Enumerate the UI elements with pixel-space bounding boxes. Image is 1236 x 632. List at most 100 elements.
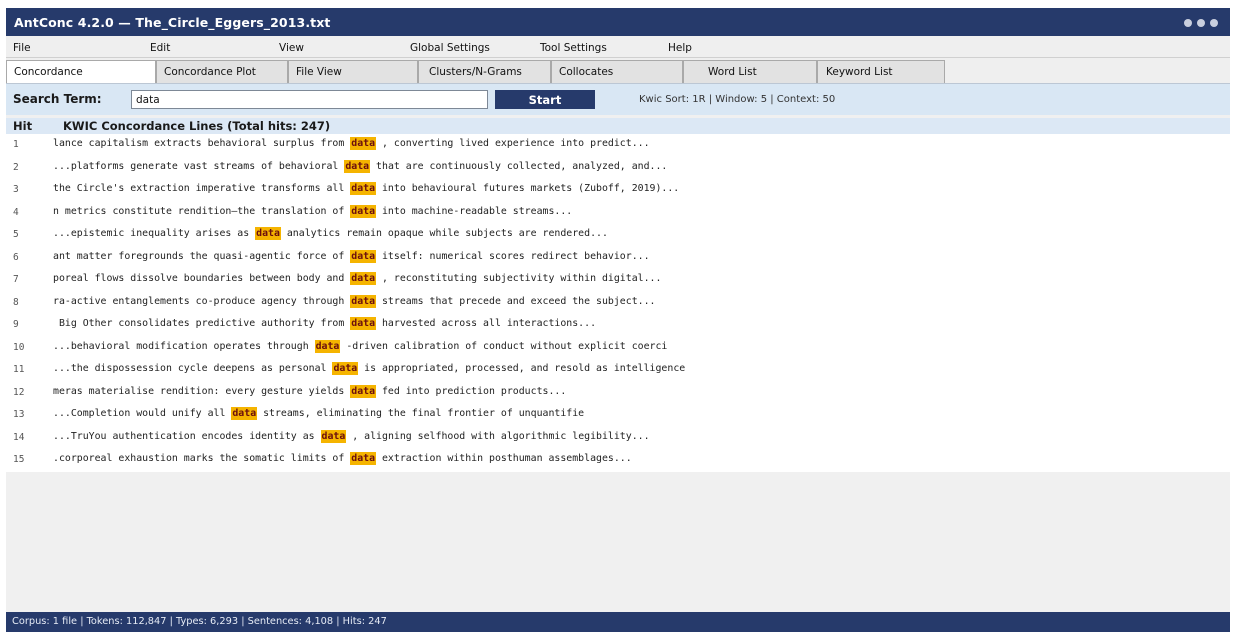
window-control-dot-icon[interactable] bbox=[1197, 19, 1205, 27]
window-control-dot-icon[interactable] bbox=[1210, 19, 1218, 27]
table-row[interactable]: 2 ...platforms generate vast streams of b… bbox=[6, 156, 1230, 179]
keyword-hit[interactable]: data bbox=[350, 272, 377, 285]
menu-file[interactable]: File bbox=[13, 42, 31, 54]
table-row[interactable]: 10 ...behavioral modification operates th… bbox=[6, 336, 1230, 359]
column-header-hit[interactable]: Hit bbox=[13, 119, 32, 133]
kwic-line: ...the dispossession cycle deepens as pe… bbox=[53, 362, 686, 375]
keyword-hit[interactable]: data bbox=[350, 384, 377, 398]
tab-file-view[interactable]: File View bbox=[288, 60, 418, 83]
left-context: lance capitalism extracts behavioral sur… bbox=[53, 138, 351, 149]
menu-view[interactable]: View bbox=[279, 42, 304, 54]
left-context: ...behavioral modification operates thro… bbox=[53, 340, 315, 352]
kwic-line: ...behavioral modification operates thro… bbox=[53, 339, 668, 353]
concordance-rows: 1 lance capitalism extracts behavioral su… bbox=[6, 134, 1230, 472]
menu-tool-settings[interactable]: Tool Settings bbox=[540, 42, 607, 54]
keyword-hit[interactable]: data bbox=[350, 137, 377, 150]
menu-help[interactable]: Help bbox=[668, 42, 692, 54]
hit-number: 15 bbox=[13, 454, 25, 465]
table-row[interactable]: 9 Big Other consolidates predictive auth… bbox=[6, 314, 1230, 337]
left-context: ...TruYou authentication encodes identit… bbox=[53, 430, 321, 442]
right-context: harvested across all interactions... bbox=[376, 318, 597, 329]
kwic-line: .corporeal exhaustion marks the somatic … bbox=[53, 452, 632, 465]
keyword-hit[interactable]: data bbox=[350, 294, 377, 308]
left-context: ant matter foregrounds the quasi-agentic… bbox=[53, 250, 351, 262]
kwic-line: ant matter foregrounds the quasi-agentic… bbox=[53, 249, 650, 263]
tab-keyword-list[interactable]: Keyword List bbox=[817, 60, 945, 83]
left-context: poreal flows dissolve boundaries between… bbox=[53, 273, 351, 284]
tab-concordance-plot[interactable]: Concordance Plot bbox=[156, 60, 288, 83]
tab-clusters-ngrams[interactable]: Clusters/N-Grams bbox=[418, 60, 551, 83]
menu-global-settings[interactable]: Global Settings bbox=[410, 42, 490, 54]
hit-number: 8 bbox=[13, 296, 19, 308]
left-context: meras materialise rendition: every gestu… bbox=[53, 385, 351, 397]
menu-bar: File Edit View Global Settings Tool Sett… bbox=[6, 36, 1230, 58]
left-context: ...the dispossession cycle deepens as pe… bbox=[53, 363, 333, 374]
hit-number: 11 bbox=[13, 364, 25, 375]
hit-number: 12 bbox=[13, 386, 25, 398]
hit-number: 3 bbox=[13, 184, 19, 195]
kwic-line: ...Completion would unify all data strea… bbox=[53, 407, 585, 420]
results-header: Hit KWIC Concordance Lines (Total hits: … bbox=[6, 118, 1230, 134]
left-context: ra-active entanglements co-produce agenc… bbox=[53, 295, 351, 307]
right-context: that are continuously collected, analyze… bbox=[370, 160, 668, 172]
kwic-line: lance capitalism extracts behavioral sur… bbox=[53, 137, 650, 150]
menu-edit[interactable]: Edit bbox=[150, 42, 170, 54]
tool-tabs: Concordance Concordance Plot File View C… bbox=[6, 58, 1230, 84]
keyword-hit[interactable]: data bbox=[344, 159, 371, 173]
kwic-line: ...TruYou authentication encodes identit… bbox=[53, 429, 650, 443]
kwic-line: poreal flows dissolve boundaries between… bbox=[53, 272, 661, 285]
right-context: streams that precede and exceed the subj… bbox=[376, 295, 656, 307]
column-header-kwic[interactable]: KWIC Concordance Lines (Total hits: 247) bbox=[63, 119, 330, 133]
window-title: AntConc 4.2.0 — The_Circle_Eggers_2013.t… bbox=[14, 14, 331, 30]
keyword-hit[interactable]: data bbox=[350, 204, 377, 218]
keyword-hit[interactable]: data bbox=[332, 362, 359, 375]
right-context: , converting lived experience into predi… bbox=[376, 138, 650, 149]
kwic-line: n metrics constitute rendition—the trans… bbox=[53, 204, 572, 218]
keyword-hit[interactable]: data bbox=[320, 429, 347, 443]
table-row[interactable]: 3 the Circle's extraction imperative tran… bbox=[6, 179, 1230, 202]
tab-collocates[interactable]: Collocates bbox=[551, 60, 683, 83]
table-row[interactable]: 5 ...epistemic inequality arises as data … bbox=[6, 224, 1230, 247]
hit-number: 6 bbox=[13, 251, 19, 263]
search-term-label: Search Term: bbox=[13, 92, 102, 106]
keyword-hit[interactable]: data bbox=[350, 317, 377, 330]
table-row[interactable]: 12 meras materialise rendition: every ges… bbox=[6, 381, 1230, 404]
table-row[interactable]: 7 poreal flows dissolve boundaries betwee… bbox=[6, 269, 1230, 292]
table-row[interactable]: 8 ra-active entanglements co-produce agen… bbox=[6, 291, 1230, 314]
title-bar: AntConc 4.2.0 — The_Circle_Eggers_2013.t… bbox=[6, 8, 1230, 36]
table-row[interactable]: 1 lance capitalism extracts behavioral su… bbox=[6, 134, 1230, 157]
keyword-hit[interactable]: data bbox=[350, 182, 377, 195]
keyword-hit[interactable]: data bbox=[231, 407, 258, 420]
kwic-line: meras materialise rendition: every gestu… bbox=[53, 384, 566, 398]
right-context: into behavioural futures markets (Zuboff… bbox=[376, 183, 680, 194]
window-controls bbox=[1184, 19, 1218, 27]
table-row[interactable]: 4 n metrics constitute rendition—the tran… bbox=[6, 201, 1230, 224]
start-button[interactable]: Start bbox=[495, 90, 595, 109]
keyword-hit[interactable]: data bbox=[314, 339, 341, 353]
keyword-hit[interactable]: data bbox=[350, 452, 377, 465]
hit-number: 1 bbox=[13, 139, 19, 150]
search-input[interactable] bbox=[131, 90, 488, 109]
tab-word-list[interactable]: Word List bbox=[683, 60, 817, 83]
table-row[interactable]: 15 .corporeal exhaustion marks the somati… bbox=[6, 449, 1230, 472]
tab-concordance[interactable]: Concordance bbox=[6, 60, 156, 84]
table-row[interactable]: 11 ...the dispossession cycle deepens as … bbox=[6, 359, 1230, 382]
concordance-results: Hit KWIC Concordance Lines (Total hits: … bbox=[6, 115, 1230, 612]
left-context: .corporeal exhaustion marks the somatic … bbox=[53, 453, 351, 464]
keyword-hit[interactable]: data bbox=[255, 227, 281, 240]
table-row[interactable]: 14 ...TruYou authentication encodes ident… bbox=[6, 426, 1230, 449]
right-context: -driven calibration of conduct without e… bbox=[340, 340, 668, 352]
right-context: is appropriated, processed, and resold a… bbox=[358, 363, 686, 374]
hit-number: 13 bbox=[13, 409, 25, 420]
hit-number: 14 bbox=[13, 431, 25, 443]
window-control-dot-icon[interactable] bbox=[1184, 19, 1192, 27]
right-context: streams, eliminating the final frontier … bbox=[257, 408, 585, 419]
hit-number: 7 bbox=[13, 274, 19, 285]
status-bar: Corpus: 1 file | Tokens: 112,847 | Types… bbox=[6, 612, 1230, 632]
left-context: the Circle's extraction imperative trans… bbox=[53, 183, 351, 194]
table-row[interactable]: 13 ...Completion would unify all data str… bbox=[6, 404, 1230, 427]
kwic-line: Big Other consolidates predictive author… bbox=[53, 317, 597, 330]
left-context: ...epistemic inequality arises as bbox=[53, 228, 256, 239]
keyword-hit[interactable]: data bbox=[350, 249, 377, 263]
table-row[interactable]: 6 ant matter foregrounds the quasi-agenti… bbox=[6, 246, 1230, 269]
